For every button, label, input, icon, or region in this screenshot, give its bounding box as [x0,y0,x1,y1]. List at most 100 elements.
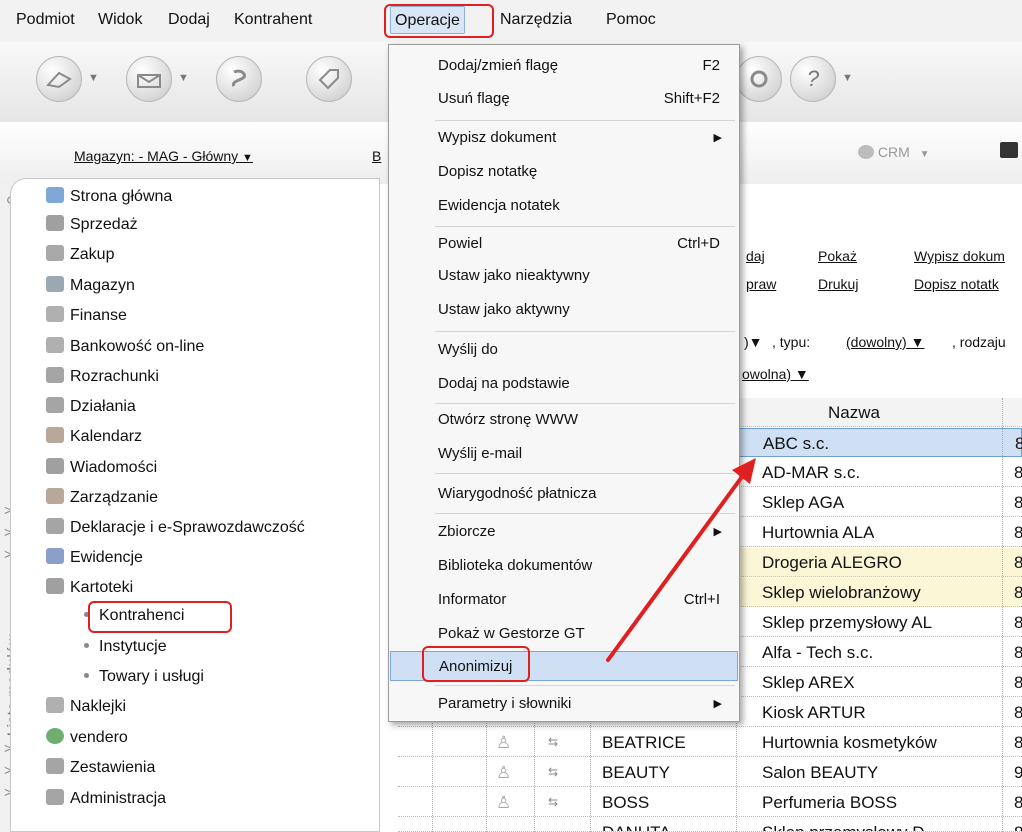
table-row[interactable]: ♙ ⇆ BOSS Perfumeria BOSS 8 [398,788,1022,817]
chevron-down-icon: ▼ [242,152,253,164]
menu-narzedzia[interactable]: Narzędzia [496,6,576,34]
sidebar-item-label: Działania [70,398,136,415]
filter-type-value[interactable]: (dowolny) ▼ [846,334,924,350]
partial-link[interactable]: B [372,148,381,164]
menu-item-wyslij-do[interactable]: Wyślij do [390,335,738,365]
subitem-label: Instytucje [99,638,167,655]
sidebar-subitem-instytucje[interactable]: Instytucje [84,634,167,660]
column-header-nazwa[interactable]: Nazwa [828,398,880,427]
menu-item-pokaz-w-gestorze[interactable]: Pokaż w Gestorze GT [390,619,738,649]
menu-item-informator[interactable]: Informator Ctrl+I [390,585,738,615]
table-row[interactable]: ♙ ⇆ BEATRICE Hurtownia kosmetyków 8 [398,728,1022,757]
action-link-dopisz-notatke[interactable]: Dopisz notatk [914,276,999,292]
cell-code: DANUTA [602,818,671,831]
menu-item-ustaw-nieaktywny[interactable]: Ustaw jako nieaktywny [390,261,738,291]
menu-podmiot[interactable]: Podmiot [12,6,79,34]
sidebar-item-zakup[interactable]: Zakup [46,242,114,268]
action-link-pokaz[interactable]: Pokaż [818,248,857,264]
menu-pomoc[interactable]: Pomoc [602,6,660,34]
action-link-popraw[interactable]: praw [746,276,776,292]
new-document-button[interactable] [36,56,82,102]
cell-extra: 8 [1014,818,1022,831]
sidebar-item-naklejki[interactable]: Naklejki [46,694,126,720]
menu-item-powiel[interactable]: Powiel Ctrl+D [390,229,738,259]
sidebar-item-dzialania[interactable]: Działania [46,394,136,420]
menu-item-zbiorcze[interactable]: Zbiorcze ▶ [390,517,738,547]
sidebar-item-kartoteki[interactable]: Kartoteki [46,575,133,601]
menu-item-dopisz-notatke[interactable]: Dopisz notatkę [390,157,738,187]
action-link-wypisz-dokument[interactable]: Wypisz dokum [914,248,1005,264]
sidebar-item-administracja[interactable]: Administracja [46,786,166,812]
tools-button[interactable] [736,56,782,102]
contact-person-icon: ♙ [496,733,512,752]
menu-separator [435,331,735,332]
cell-name: Sklep AREX [762,673,855,692]
sidebar-item-finanse[interactable]: Finanse [46,303,127,329]
filter-second-value[interactable]: owolna) ▼ [742,366,809,382]
sidebar-item-sprzedaz[interactable]: Sprzedaż [46,212,138,238]
transfer-icon: ⇆ [548,795,559,809]
sidebar-item-deklaracje[interactable]: Deklaracje i e-Sprawozdawczość [46,515,305,541]
sidebar-item-bankowosc[interactable]: Bankowość on-line [46,334,204,360]
sidebar-item-wiadomosci[interactable]: Wiadomości [46,455,157,481]
menu-item-wypisz-dokument[interactable]: Wypisz dokument ▶ [390,123,738,153]
menu-item-label: Pokaż w Gestorze GT [438,625,585,642]
cell-extra: 8 [1014,553,1022,572]
menu-item-parametry-i-slowniki[interactable]: Parametry i słowniki ▶ [390,689,738,719]
sidebar-item-label: Strona główna [70,188,173,205]
sidebar-subitem-towary[interactable]: Towary i usługi [84,664,204,690]
menu-item-dodaj-na-podstawie[interactable]: Dodaj na podstawie [390,369,738,399]
action-link-dodaj[interactable]: daj [746,248,765,264]
menu-separator [435,513,735,514]
chevron-down-icon[interactable]: ▼ [88,72,99,84]
menu-item-wiarygodnosc-platnicza[interactable]: Wiarygodność płatnicza [390,479,738,509]
crm-icon [858,145,874,159]
chevron-down-icon[interactable]: ▼ [842,72,853,84]
filter-partial-arrow[interactable]: )▼ [744,334,763,350]
operacje-dropdown-menu: Dodaj/zmień flagę F2 Usuń flagę Shift+F2 W… [388,44,740,722]
sidebar-item-label: Zakup [70,246,115,263]
menu-dodaj[interactable]: Dodaj [164,6,214,34]
table-row[interactable]: ♙ ⇆ BEAUTY Salon BEAUTY 9 [398,758,1022,787]
cell-name: Alfa - Tech s.c. [762,643,874,662]
sidebar-item-label: Naklejki [70,698,127,715]
menu-widok[interactable]: Widok [94,6,146,34]
sidebar-item-strona-glowna[interactable]: Strona główna [46,184,172,210]
help-button[interactable]: ? [790,56,836,102]
chevron-down-icon[interactable]: ▼ [178,72,189,84]
sales-icon [46,215,64,231]
sidebar-item-kalendarz[interactable]: Kalendarz [46,424,142,450]
menu-item-ewidencja-notatek[interactable]: Ewidencja notatek [390,191,738,221]
cell-code: BOSS [602,793,650,812]
help-icon: ? [806,66,820,91]
home-icon [46,187,64,203]
cell-extra: 8 [1015,434,1022,453]
menu-item-ustaw-aktywny[interactable]: Ustaw jako aktywny [390,295,738,325]
sidebar-item-rozrachunki[interactable]: Rozrachunki [46,364,159,390]
tag-button[interactable] [306,56,352,102]
declarations-icon [46,518,64,534]
receive-button[interactable] [126,56,172,102]
menu-item-dodaj-zmien-flage[interactable]: Dodaj/zmień flagę F2 [390,51,738,81]
sidebar-item-label: Rozrachunki [70,368,159,385]
warehouse-selector[interactable]: Magazyn: - MAG - Główny ▼ [74,148,253,164]
printer-icon[interactable] [1000,142,1018,158]
vendero-icon [46,728,64,744]
payments-button[interactable] [216,56,262,102]
table-row[interactable]: DANUTA Sklep przemysłowy D 8 [398,818,1022,832]
sidebar-item-zestawienia[interactable]: Zestawienia [46,755,155,781]
sidebar-item-magazyn[interactable]: Magazyn [46,273,135,299]
menu-item-usun-flage[interactable]: Usuń flagę Shift+F2 [390,84,738,114]
sidebar-item-vendero[interactable]: vendero [46,725,128,751]
menu-item-otworz-strone-www[interactable]: Otwórz stronę WWW [390,405,738,435]
submenu-arrow-icon: ▶ [713,526,722,538]
menu-item-wyslij-email[interactable]: Wyślij e-mail [390,439,738,469]
chevron-down-icon: ▼ [919,149,930,160]
action-link-drukuj[interactable]: Drukuj [818,276,858,292]
menu-kontrahent[interactable]: Kontrahent [230,6,316,34]
crm-button[interactable]: CRM ▼ [858,144,930,160]
sidebar-item-zarzadzanie[interactable]: Zarządzanie [46,485,158,511]
cell-name: Perfumeria BOSS [762,793,898,812]
sidebar-item-ewidencje[interactable]: Ewidencje [46,545,143,571]
menu-item-biblioteka-dokumentow[interactable]: Biblioteka dokumentów [390,551,738,581]
